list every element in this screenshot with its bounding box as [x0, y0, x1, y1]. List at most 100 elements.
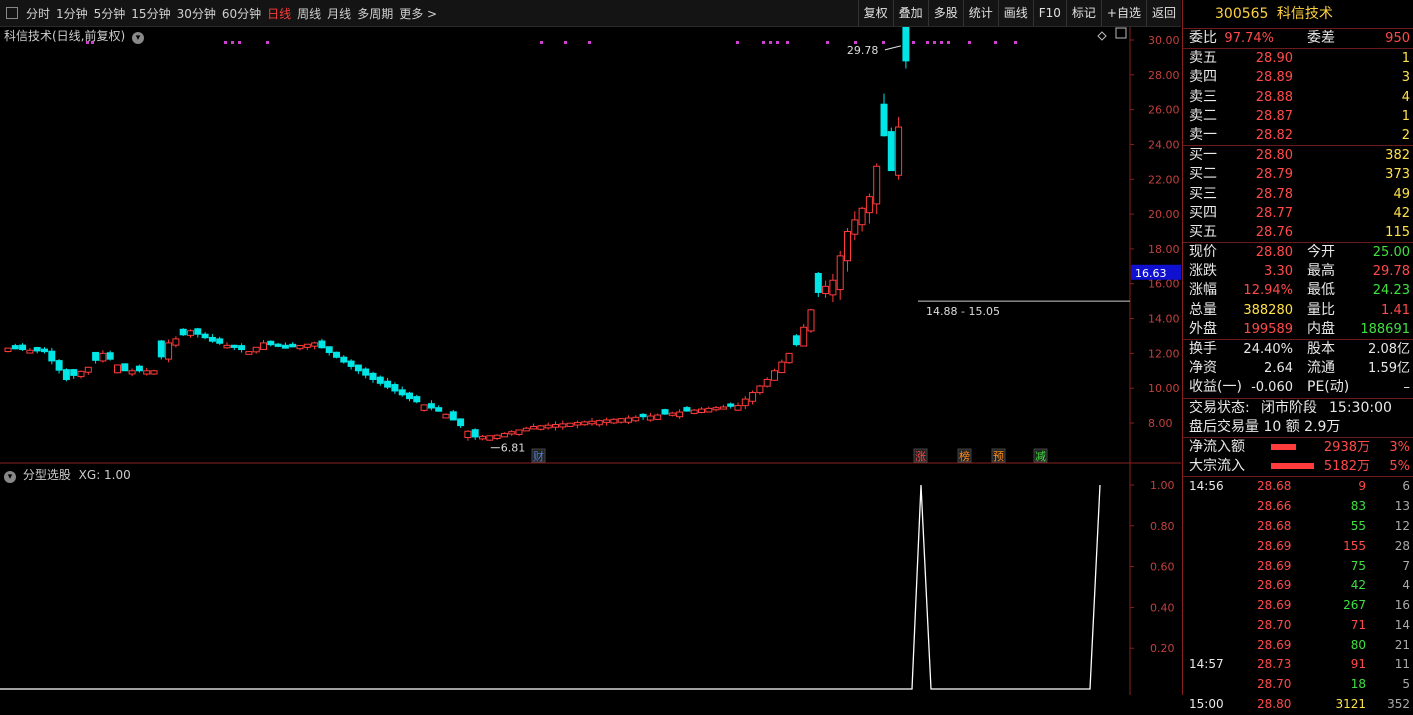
period-tab-3[interactable]: 15分钟	[131, 5, 176, 22]
candle-body	[143, 370, 151, 375]
event-badge-text: 榜	[959, 449, 970, 463]
book-row[interactable]: 买四 28.77 42	[1183, 204, 1413, 223]
tick-count: 14	[1394, 617, 1410, 632]
chevron-down-icon[interactable]: ▾	[4, 471, 16, 483]
book-row[interactable]: 买三 28.78 49	[1183, 185, 1413, 204]
stock-name: 科信技术	[1276, 6, 1333, 22]
book-row[interactable]: 买二 28.79 373	[1183, 165, 1413, 184]
chevron-down-icon[interactable]: ▾	[132, 32, 145, 44]
period-tab-5[interactable]: 60分钟	[222, 5, 267, 22]
signal-marker	[786, 41, 789, 44]
level-price: 28.76	[1255, 224, 1293, 240]
tool-button-4[interactable]: 画线	[997, 0, 1033, 26]
stat-row[interactable]: 涨跌 3.30 最高 29.78	[1183, 262, 1413, 281]
period-tab-1[interactable]: 1分钟	[56, 5, 94, 22]
flow-label: 净流入额	[1189, 438, 1245, 455]
candle-body	[413, 396, 421, 403]
level-label: 卖五	[1189, 50, 1217, 67]
tick-list[interactable]: 14:56 28.68 9 6 28.66 83 13 28.68 55 12 …	[1183, 476, 1413, 715]
tick-price: 28.66	[1257, 499, 1292, 514]
candle-body	[464, 430, 472, 439]
candle-body	[639, 413, 647, 418]
tool-button-1[interactable]: 叠加	[892, 0, 928, 26]
tool-button-2[interactable]: 多股	[927, 0, 963, 26]
tick-count: 11	[1394, 657, 1410, 672]
tick-count: 21	[1394, 637, 1410, 652]
level-price: 28.88	[1255, 89, 1293, 105]
period-tab-7[interactable]: 周线	[297, 5, 327, 22]
trade-state-row: 交易状态: 闭市阶段 15:30:00	[1183, 399, 1413, 418]
stat-row[interactable]: 现价 28.80 今开 25.00	[1183, 243, 1413, 262]
period-tab-10[interactable]: 更多 >	[399, 5, 443, 22]
indicator-name[interactable]: 分型选股	[23, 468, 71, 482]
fund-value: 24.40%	[1243, 342, 1293, 357]
candle-body	[274, 343, 282, 347]
book-row[interactable]: 卖二 28.87 1	[1183, 107, 1413, 126]
period-tab-6[interactable]: 日线	[267, 5, 297, 22]
tool-button-7[interactable]: +自选	[1100, 0, 1146, 26]
window-icon[interactable]	[6, 7, 18, 19]
signal-marker	[912, 41, 915, 44]
book-row[interactable]: 卖四 28.89 3	[1183, 68, 1413, 87]
stat-row[interactable]: 总量 388280 量比 1.41	[1183, 301, 1413, 320]
candle-body	[187, 330, 194, 336]
book-row[interactable]: 买五 28.76 115	[1183, 223, 1413, 242]
stat-row[interactable]: 外盘 199589 内盘 188691	[1183, 320, 1413, 339]
trade-state-value: 闭市阶段	[1261, 399, 1317, 416]
kline-chart[interactable]: 30.0028.0026.0024.0022.0020.0018.0016.00…	[0, 27, 1181, 695]
tool-button-8[interactable]: 返回	[1145, 0, 1181, 26]
chart-area[interactable]: 30.00 28.00 26.00 24.00 22.00 20.00 18.00 16.00…	[0, 27, 1181, 695]
stat-value: 388280	[1243, 302, 1293, 318]
flow-value: 2938万	[1323, 439, 1370, 455]
signal-marker	[947, 41, 950, 44]
level-label: 买二	[1189, 166, 1217, 183]
candle-body	[172, 338, 180, 346]
candle-body	[4, 347, 12, 353]
period-tab-9[interactable]: 多周期	[357, 5, 399, 22]
tool-button-0[interactable]: 复权	[857, 0, 893, 26]
range-label: 14.88 - 15.05	[926, 305, 1000, 318]
fund-row[interactable]: 收益(一) -0.060 PE(动) –	[1183, 378, 1413, 397]
period-tab-0[interactable]: 分时	[26, 5, 56, 22]
candle-body	[552, 424, 559, 428]
level-price: 28.78	[1255, 186, 1293, 202]
event-badge-text: 涨	[915, 450, 926, 463]
candle-body	[887, 131, 895, 172]
level-volume: 382	[1385, 148, 1410, 164]
tick-volume: 75	[1350, 558, 1366, 573]
candle-body	[771, 370, 778, 381]
period-tabs: 分时 1分钟 5分钟 15分钟 30分钟 60分钟 日线 周线 月线 多周期 更多 >	[26, 5, 443, 22]
candle-body	[836, 255, 844, 291]
stat-label: 最高	[1307, 263, 1335, 280]
stat-value: 25.00	[1372, 245, 1410, 261]
signal-marker	[231, 41, 234, 44]
candle-body	[427, 403, 435, 409]
stat-row[interactable]: 涨幅 12.94% 最低 24.23	[1183, 281, 1413, 300]
fund-row[interactable]: 换手 24.40% 股本 2.08亿	[1183, 340, 1413, 359]
period-tab-8[interactable]: 月线	[327, 5, 357, 22]
period-tab-4[interactable]: 30分钟	[177, 5, 222, 22]
tool-button-5[interactable]: F10	[1032, 0, 1066, 26]
book-row[interactable]: 买一 28.80 382	[1183, 146, 1413, 165]
book-row[interactable]: 卖五 28.90 1	[1183, 49, 1413, 68]
tool-button-3[interactable]: 统计	[962, 0, 998, 26]
candle-body	[201, 333, 209, 339]
candle-body	[712, 407, 720, 411]
tool-button-6[interactable]: 标记	[1065, 0, 1101, 26]
stat-label: 现价	[1189, 244, 1217, 261]
maximize-icon[interactable]	[1115, 27, 1127, 39]
tick-price: 28.70	[1257, 677, 1292, 692]
diamond-icon[interactable]	[1097, 31, 1107, 41]
candle-body	[311, 342, 319, 347]
book-row[interactable]: 卖一 28.82 2	[1183, 126, 1413, 145]
period-tab-2[interactable]: 5分钟	[94, 5, 132, 22]
candle-body	[26, 349, 34, 354]
level-price: 28.90	[1255, 51, 1293, 67]
book-row[interactable]: 卖三 28.88 4	[1183, 88, 1413, 107]
fund-row[interactable]: 净资 2.64 流通 1.59亿	[1183, 359, 1413, 378]
level-price: 28.77	[1255, 205, 1293, 221]
price-tick-label: 22.00	[1148, 173, 1180, 186]
price-tick-label: 8.00	[1148, 417, 1173, 430]
quote-stats: 现价 28.80 今开 25.00 涨跌 3.30 最高 29.78 涨幅 12.94% 最低 24.…	[1183, 242, 1413, 339]
tick-volume: 3121	[1335, 697, 1366, 712]
